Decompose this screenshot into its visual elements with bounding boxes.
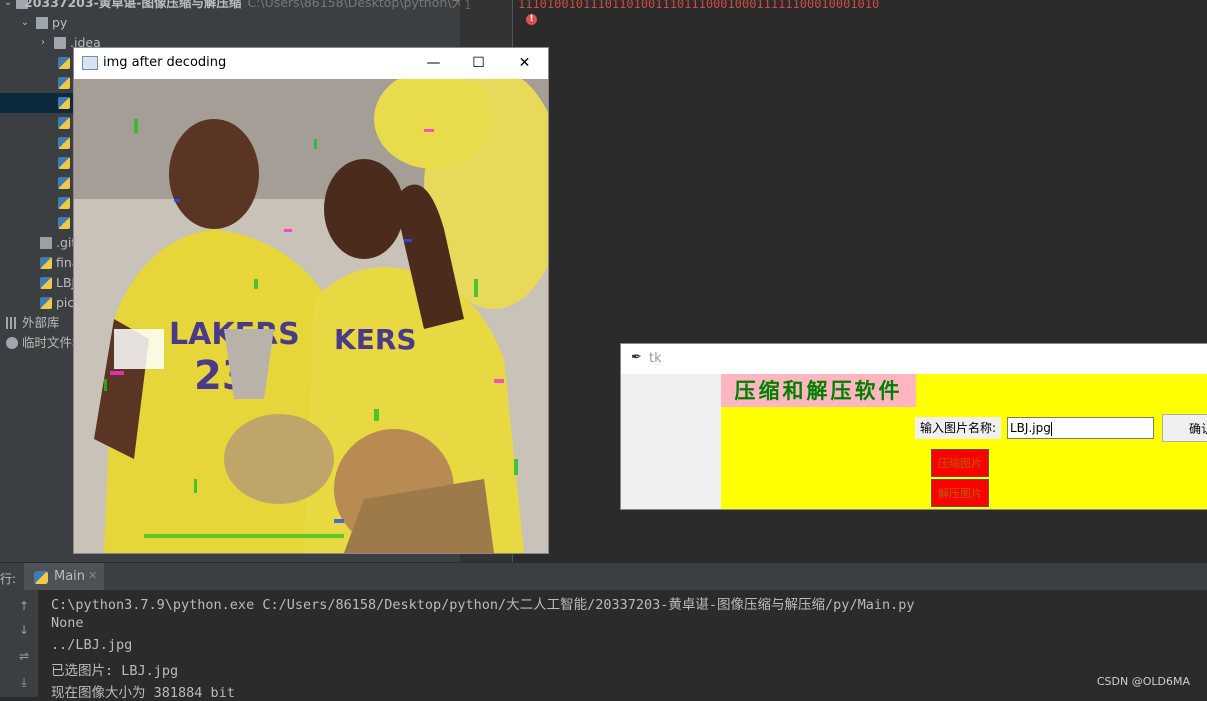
- project-name: 20337203-黄卓谌-图像压缩与解压缩: [24, 0, 242, 10]
- python-file-icon: [40, 257, 52, 269]
- python-file-icon: [58, 57, 70, 69]
- console-line: C:\python3.7.9\python.exe C:/Users/86158…: [51, 597, 915, 613]
- folder-icon: [36, 17, 48, 29]
- python-file-icon: [58, 217, 70, 229]
- text-caret: [1050, 421, 1052, 436]
- tree-root[interactable]: ⌄ 20337203-黄卓谌-图像压缩与解压缩 C:\Users\86158\De…: [0, 0, 502, 13]
- scratch-icon: [6, 337, 18, 349]
- python-file-icon: [58, 117, 70, 129]
- maximize-button[interactable]: ☐: [456, 48, 501, 79]
- img-window-titlebar[interactable]: img after decoding — ☐ ✕: [74, 48, 548, 79]
- tk-main-panel: 压缩和解压软件 输入图片名称: LBJ.jpg 确认 压缩图片 解压图片: [721, 374, 1207, 509]
- run-tab-main[interactable]: Main ✕: [24, 563, 104, 591]
- feather-icon: ✒: [631, 350, 642, 365]
- svg-text:KERS: KERS: [334, 323, 417, 356]
- app-heading: 压缩和解压软件: [721, 374, 916, 407]
- img-window-title: img after decoding: [103, 55, 227, 70]
- python-file-icon: [58, 137, 70, 149]
- chevron-down-icon[interactable]: ⌄: [20, 13, 30, 33]
- python-file-icon: [58, 157, 70, 169]
- close-button[interactable]: ✕: [502, 48, 547, 79]
- python-icon: [34, 571, 48, 584]
- image-name-input[interactable]: LBJ.jpg: [1007, 417, 1154, 439]
- decoded-image: LAKERS 23 KERS: [74, 79, 548, 553]
- python-file-icon: [40, 277, 52, 289]
- console-line: ../LBJ.jpg: [51, 637, 133, 653]
- run-toolbar: ↑ ↓ ⇌ ⤓: [0, 590, 38, 697]
- img-window: img after decoding — ☐ ✕ LAKERS 23 KERS: [74, 48, 548, 553]
- arrow-down-icon[interactable]: ↓: [16, 622, 32, 638]
- window-app-icon: [82, 56, 98, 70]
- run-panel-header: 行: Main ✕: [0, 562, 1207, 591]
- line-number: 1: [464, 0, 472, 12]
- decompress-button[interactable]: 解压图片: [931, 479, 989, 507]
- confirm-button[interactable]: 确认: [1162, 414, 1207, 442]
- python-file-icon: [40, 297, 52, 309]
- close-icon[interactable]: ✕: [88, 569, 97, 582]
- python-file-icon: [58, 177, 70, 189]
- arrow-up-icon[interactable]: ↑: [16, 598, 32, 614]
- code-line[interactable]: 1110100101110110100111011100010001111110…: [518, 0, 879, 11]
- python-file-icon: [58, 97, 70, 109]
- run-label: 行:: [0, 572, 17, 586]
- tree-item[interactable]: ⌄ py: [0, 13, 460, 33]
- compress-button[interactable]: 压缩图片: [931, 449, 989, 477]
- tree-item-label: py: [52, 15, 68, 30]
- minimize-button[interactable]: —: [411, 48, 456, 79]
- watermark: CSDN @OLD6MA: [1096, 675, 1190, 688]
- folder-icon: [54, 37, 66, 49]
- run-console[interactable]: C:\python3.7.9\python.exe C:/Users/86158…: [38, 590, 1207, 701]
- decoded-photo-illustration: LAKERS 23 KERS: [74, 79, 548, 553]
- tk-window-title: tk: [649, 351, 662, 366]
- file-icon: [40, 237, 52, 249]
- scroll-to-end-icon[interactable]: ⤓: [16, 674, 32, 690]
- tree-item-label: 外部库: [22, 315, 60, 330]
- console-line: 已选图片: LBJ.jpg: [51, 663, 179, 679]
- library-icon: [6, 317, 18, 329]
- tk-window-titlebar[interactable]: ✒ tk: [621, 344, 1207, 374]
- error-icon[interactable]: !: [526, 14, 537, 25]
- image-name-label: 输入图片名称:: [915, 417, 1001, 439]
- python-file-icon: [58, 197, 70, 209]
- console-line: None: [51, 615, 84, 631]
- image-name-value: LBJ.jpg: [1010, 421, 1051, 435]
- soft-wrap-icon[interactable]: ⇌: [16, 648, 32, 664]
- chevron-right-icon[interactable]: ›: [38, 33, 48, 53]
- python-file-icon: [58, 77, 70, 89]
- run-tab-label: Main: [54, 569, 86, 584]
- console-line: 现在图像大小为 381884 bit: [51, 685, 235, 701]
- chevron-down-icon[interactable]: ⌄: [3, 0, 13, 13]
- tk-window: ✒ tk 压缩和解压软件 输入图片名称: LBJ.jpg 确认 压缩图片 解压图…: [621, 344, 1207, 509]
